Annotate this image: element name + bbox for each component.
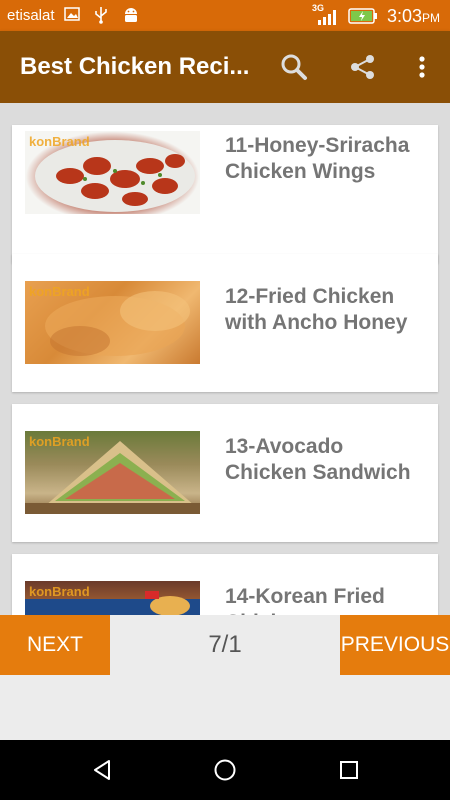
carrier-name: etisalat bbox=[7, 7, 55, 24]
watermark: konBrand bbox=[29, 284, 90, 299]
search-icon bbox=[281, 54, 307, 80]
clock-time: 3:03 bbox=[386, 6, 422, 26]
signal-icon bbox=[316, 9, 338, 29]
home-icon bbox=[214, 759, 236, 781]
next-button[interactable]: NEXT bbox=[0, 615, 110, 675]
share-icon bbox=[351, 55, 374, 79]
search-button[interactable] bbox=[276, 49, 312, 85]
watermark: konBrand bbox=[29, 134, 90, 149]
back-button[interactable] bbox=[78, 748, 126, 792]
recipe-thumbnail: konBrand bbox=[25, 131, 200, 214]
usb-icon bbox=[94, 6, 108, 28]
recents-button[interactable] bbox=[325, 748, 373, 792]
recipe-title: 13-Avocado Chicken Sandwich bbox=[225, 435, 411, 484]
app-bar: Best Chicken Reci... bbox=[0, 31, 450, 103]
recipe-thumbnail: konBrand bbox=[25, 281, 200, 364]
clock-ampm: PM bbox=[422, 11, 440, 25]
home-button[interactable] bbox=[201, 748, 249, 792]
recipe-list[interactable]: konBrand 11-Honey-Sriracha Chicken Wings… bbox=[0, 103, 450, 615]
image-icon bbox=[64, 6, 80, 26]
recipe-title: 14-Korean Fried Chicken bbox=[225, 585, 385, 615]
overflow-menu-icon bbox=[419, 56, 425, 78]
watermark: konBrand bbox=[29, 584, 90, 599]
recipe-title: 11-Honey-Sriracha Chicken Wings bbox=[225, 134, 410, 183]
previous-button[interactable]: PREVIOUS bbox=[340, 615, 450, 675]
app-title: Best Chicken Reci... bbox=[20, 53, 250, 80]
page-indicator: 7/1 bbox=[110, 615, 340, 675]
recents-icon bbox=[340, 761, 358, 779]
status-bar: etisalat 3G 3:03PM bbox=[0, 0, 450, 31]
overflow-menu-button[interactable] bbox=[404, 49, 440, 85]
share-button[interactable] bbox=[345, 49, 381, 85]
recipe-thumbnail: konBrand bbox=[25, 581, 200, 615]
recipe-thumbnail: konBrand bbox=[25, 431, 200, 514]
recipe-card[interactable]: konBrand 14-Korean Fried Chicken bbox=[12, 554, 438, 615]
bottom-spacer bbox=[0, 675, 450, 740]
recipe-card[interactable]: konBrand 11-Honey-Sriracha Chicken Wings bbox=[12, 125, 438, 263]
recipe-card[interactable]: konBrand 13-Avocado Chicken Sandwich bbox=[12, 404, 438, 542]
recipe-title: 12-Fried Chicken with Ancho Honey bbox=[225, 285, 408, 334]
battery-icon bbox=[348, 8, 378, 28]
watermark: konBrand bbox=[29, 434, 90, 449]
android-icon bbox=[122, 6, 140, 28]
system-nav-bar bbox=[0, 740, 450, 800]
recipe-card[interactable]: konBrand 12-Fried Chicken with Ancho Hon… bbox=[12, 254, 438, 392]
clock: 3:03PM bbox=[387, 6, 440, 27]
back-icon bbox=[94, 760, 110, 780]
